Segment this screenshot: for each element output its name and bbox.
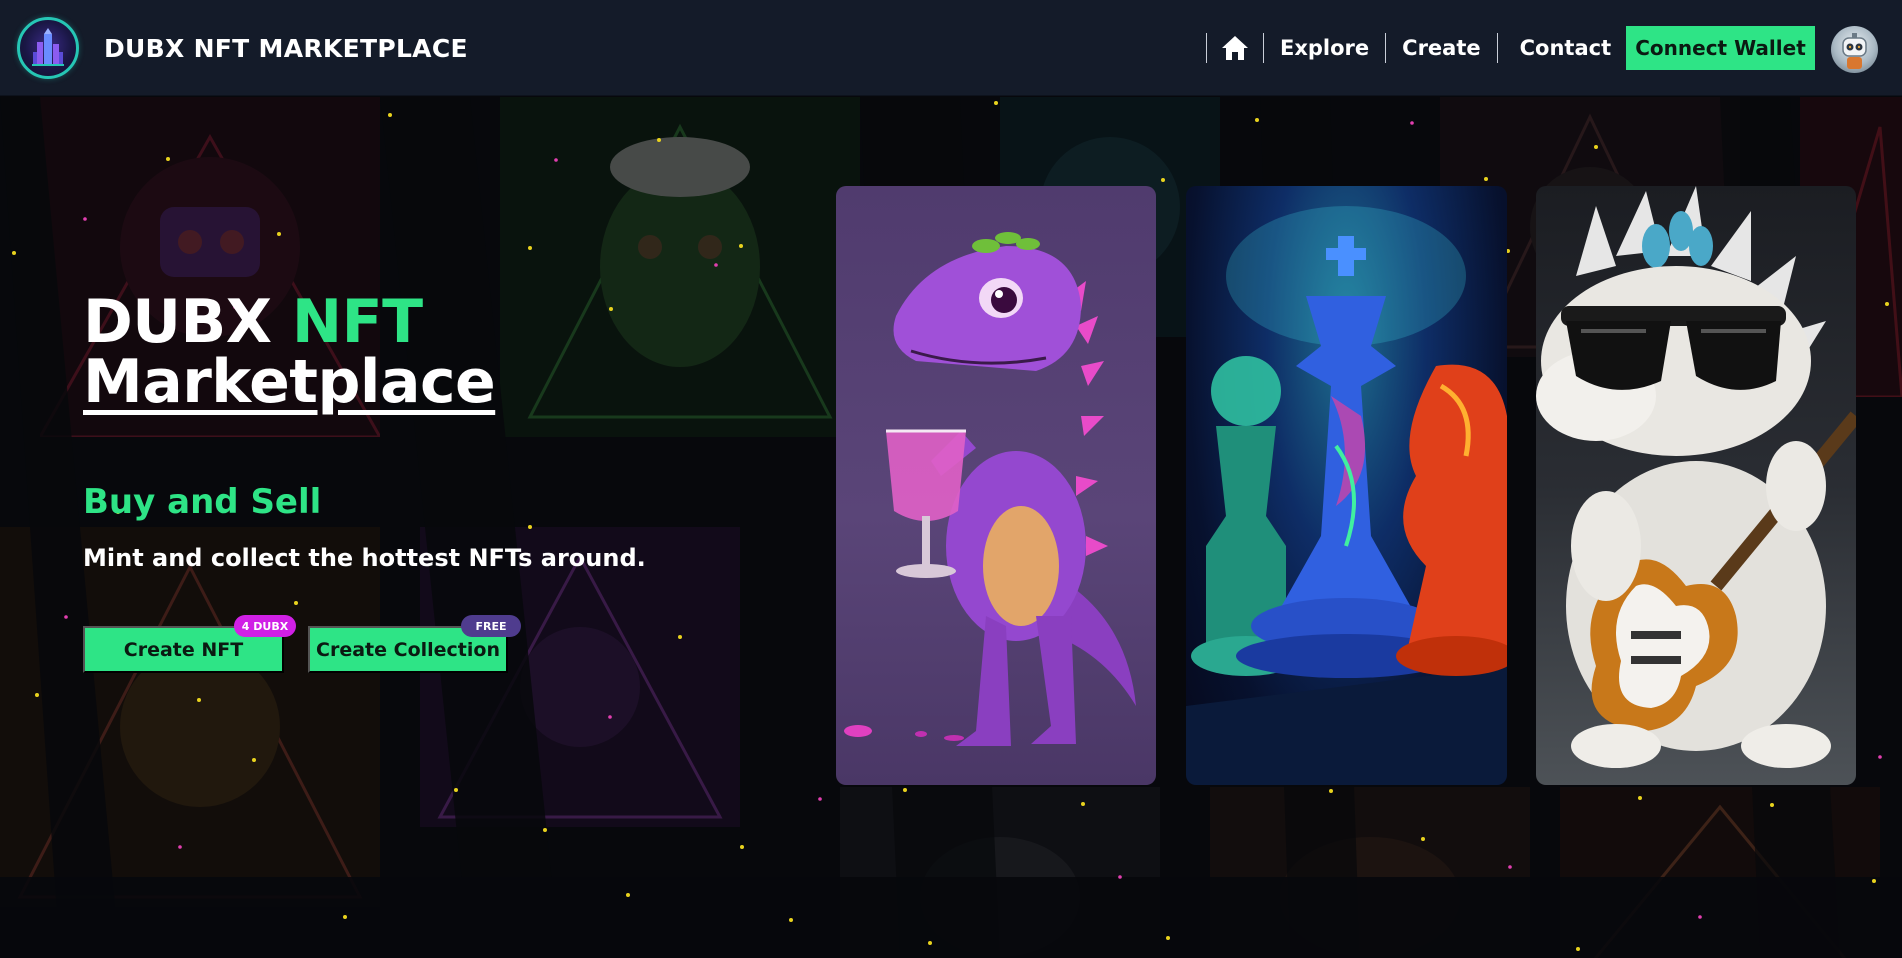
main-nav: Explore Create Contact [1206, 30, 1627, 66]
featured-nft-card-dragon[interactable] [1536, 186, 1856, 785]
hero-subtitle: Buy and Sell [83, 482, 322, 522]
create-nft-price-badge: 4 DUBX [234, 615, 296, 637]
hero-title-line2: Marketplace [83, 347, 496, 417]
navbar: DUBX NFT MARKETPLACE Explore Create Cont… [0, 0, 1902, 96]
home-icon[interactable] [1207, 30, 1263, 66]
nav-create-link[interactable]: Create [1386, 30, 1496, 66]
hero-description: Mint and collect the hottest NFTs around… [83, 544, 646, 572]
nav-explore-link[interactable]: Explore [1264, 30, 1385, 66]
glowing-chess-image [1186, 206, 1507, 785]
brand-title[interactable]: DUBX NFT MARKETPLACE [104, 34, 468, 63]
featured-nft-card-dinosaur[interactable] [836, 186, 1156, 785]
white-dragon-guitar-image [1536, 186, 1856, 768]
featured-nft-card-chess[interactable] [1186, 186, 1507, 785]
robot-avatar-icon[interactable] [1831, 26, 1878, 73]
hero-title: DUBX NFT Marketplace [83, 292, 496, 417]
nav-contact-link[interactable]: Contact [1498, 30, 1628, 66]
dubx-logo-icon[interactable] [17, 17, 79, 79]
connect-wallet-button[interactable]: Connect Wallet [1626, 26, 1815, 70]
create-collection-free-badge: FREE [461, 615, 521, 637]
purple-dinosaur-image [844, 232, 1136, 746]
